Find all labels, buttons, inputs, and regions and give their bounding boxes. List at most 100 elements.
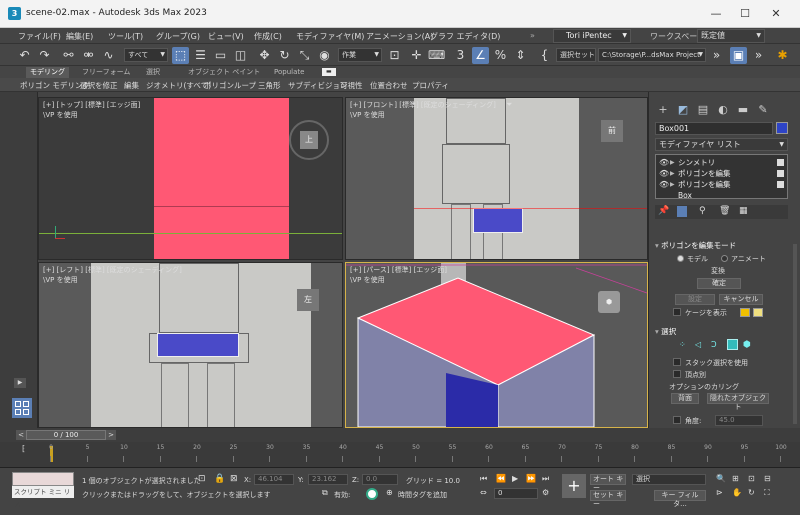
polygon-mode-icon[interactable] <box>727 339 738 350</box>
select-scale-icon[interactable]: ⤡ <box>296 47 313 64</box>
viewcube-face[interactable]: 上 <box>300 131 318 149</box>
key-target-dropdown[interactable]: 選択 <box>632 474 706 485</box>
track-bar-icon[interactable]: ⁅ <box>22 444 25 453</box>
goto-start-icon[interactable]: ⏮ <box>480 474 487 484</box>
show-cage-checkbox[interactable] <box>673 308 681 316</box>
ribbon-visibility[interactable]: 可視性 <box>340 80 363 91</box>
edit-mode-header[interactable]: ▾ ポリゴンを編集モード <box>655 240 788 251</box>
user-account-dropdown[interactable]: Tori iPentec ▼ <box>553 29 631 43</box>
menu-edit[interactable]: 編集(E) <box>66 31 93 42</box>
time-config-icon[interactable]: ⚙ <box>542 488 549 497</box>
viewport-label[interactable]: [+] [トップ] [標準] [エッジ面] <box>43 100 140 110</box>
spinner-snap-icon[interactable]: ⇕ <box>512 47 529 64</box>
edit-named-sel-icon[interactable]: { <box>536 47 553 64</box>
modify-tab-icon[interactable]: ◩ <box>675 102 691 118</box>
settings-button[interactable]: 設定 <box>675 294 715 305</box>
tab-selection[interactable]: 選択 <box>142 67 164 78</box>
project-path-dropdown[interactable]: C:\Storage\P...dsMax Project ▼ <box>598 48 706 62</box>
close-button[interactable]: ✕ <box>768 6 784 22</box>
radio-animate[interactable] <box>721 255 728 262</box>
stack-item[interactable]: 👁 ▶ ポリゴンを編集 <box>656 168 787 179</box>
angle-checkbox[interactable] <box>673 416 681 424</box>
maxscript-listener-input[interactable] <box>12 472 74 486</box>
ribbon-polygons[interactable]: ポリゴン <box>204 80 234 91</box>
stack-item[interactable]: Box <box>656 190 787 201</box>
next-frame-button[interactable]: > <box>106 430 116 440</box>
ribbon-align[interactable]: 位置合わせ <box>370 80 408 91</box>
use-pivot-icon[interactable]: ⊡ <box>386 47 403 64</box>
ribbon-modify-selection[interactable]: 選択を修正 <box>80 80 118 91</box>
render-icon[interactable]: ✱ <box>774 47 791 64</box>
modifier-list-dropdown[interactable]: モディファイヤ リスト ▼ <box>655 138 788 151</box>
bind-spacewarp-icon[interactable]: ∿ <box>100 47 117 64</box>
menu-more[interactable]: » <box>530 31 535 40</box>
ribbon-geometry-all[interactable]: ジオメトリ(すべて) <box>146 80 211 91</box>
set-key-icon[interactable]: + <box>562 474 586 498</box>
current-frame-field[interactable]: 0 <box>494 488 538 499</box>
fov-icon[interactable]: ⊳ <box>716 488 723 497</box>
minimize-button[interactable]: — <box>708 6 724 22</box>
zoom-icon[interactable]: 🔍 <box>716 474 726 483</box>
render-setup-icon[interactable]: ▣ <box>730 47 747 64</box>
object-name-field[interactable]: Box001 <box>655 122 773 135</box>
filter-icon[interactable]: ⏷ <box>506 100 512 110</box>
eye-icon[interactable]: 👁 <box>659 168 669 179</box>
select-object-icon[interactable]: ⬚ <box>172 47 189 64</box>
border-mode-icon[interactable]: Ↄ <box>711 340 721 350</box>
ribbon-loops[interactable]: ループ <box>234 80 256 91</box>
viewcube-ring[interactable]: 上 <box>289 120 329 160</box>
expand-icon[interactable]: ▶ <box>670 168 675 179</box>
tab-object-paint[interactable]: オブジェクト ペイント <box>184 67 264 78</box>
pin-stack-icon[interactable]: 📌 <box>658 206 669 216</box>
maxscript-listener-label[interactable]: スクリプト ミニ リス <box>12 486 74 508</box>
cancel-button[interactable]: キャンセル <box>719 294 763 305</box>
maximize-button[interactable]: ☐ <box>737 6 753 22</box>
configure-sets-icon[interactable]: ▦ <box>739 206 748 216</box>
adaptive-degradation-icon[interactable]: ⧉ <box>322 488 328 498</box>
undo-icon[interactable]: ↶ <box>16 47 33 64</box>
cage-color-swatch[interactable] <box>740 308 750 317</box>
panel-scrollbar[interactable] <box>793 244 797 424</box>
absolute-mode-icon[interactable]: ⊠ <box>230 474 238 484</box>
lightbulb-icon[interactable] <box>777 181 784 188</box>
radio-model[interactable] <box>677 255 684 262</box>
menu-group[interactable]: グループ(G) <box>156 31 200 42</box>
unlink-icon[interactable]: ⚮ <box>80 47 97 64</box>
enabled-toggle[interactable] <box>366 488 378 500</box>
zoom-extents-all-icon[interactable]: ⊟ <box>764 474 771 483</box>
track-bar[interactable]: ⁅ 0 5 10 15 20 25 30 35 40 45 50 55 60 65 70 75 80 85 90 95… <box>0 442 800 468</box>
expand-icon[interactable]: ▶ <box>670 179 675 190</box>
angle-field[interactable]: 45.0 <box>715 415 763 426</box>
link-icon[interactable]: ⚯ <box>60 47 77 64</box>
show-end-result-icon[interactable] <box>677 206 687 217</box>
coord-system-dropdown[interactable]: 作業 ▼ <box>338 48 382 62</box>
selection-filter-dropdown[interactable]: すべて ▼ <box>124 48 168 62</box>
goto-end-icon[interactable]: ⏭ <box>542 474 549 484</box>
motion-tab-icon[interactable]: ◐ <box>715 102 731 118</box>
eye-icon[interactable]: 👁 <box>659 157 669 168</box>
make-unique-icon[interactable]: ⚲ <box>699 206 706 216</box>
stack-item[interactable]: 👁 ▶ ポリゴンを編集 <box>656 179 787 190</box>
place-icon[interactable]: ◉ <box>316 47 333 64</box>
viewcube-face[interactable]: 左 <box>297 289 319 311</box>
z-coord-field[interactable]: 0.0 <box>362 474 398 485</box>
menu-view[interactable]: ビュー(V) <box>208 31 244 42</box>
key-mode-icon[interactable]: ⇔ <box>480 488 487 497</box>
isolate-selection-icon[interactable]: ⊡ <box>198 474 206 484</box>
viewport-label[interactable]: [+] [レフト] [標準] [既定のシェーディング] <box>43 265 182 275</box>
menu-graph-editors[interactable]: グラフ エディタ(D) <box>430 31 500 42</box>
expand-icon[interactable]: ▶ <box>14 378 26 388</box>
workspace-dropdown[interactable]: 既定値 ▼ <box>697 29 765 43</box>
tab-freeform[interactable]: フリーフォーム <box>78 67 134 78</box>
add-time-tag-label[interactable]: 時間タグを追加 <box>398 490 447 500</box>
commit-button[interactable]: 確定 <box>697 278 741 289</box>
expand-icon[interactable]: ▶ <box>670 157 675 168</box>
by-vertex-checkbox[interactable] <box>673 370 681 378</box>
selection-header[interactable]: ▾ 選択 <box>655 326 788 337</box>
tab-populate[interactable]: Populate <box>270 67 308 78</box>
ribbon-edit[interactable]: 編集 <box>124 80 139 91</box>
edge-mode-icon[interactable]: ◁ <box>695 340 705 350</box>
menu-create[interactable]: 作成(C) <box>254 31 282 42</box>
cage-color-swatch[interactable] <box>753 308 763 317</box>
percent-snap-icon[interactable]: % <box>492 47 509 64</box>
